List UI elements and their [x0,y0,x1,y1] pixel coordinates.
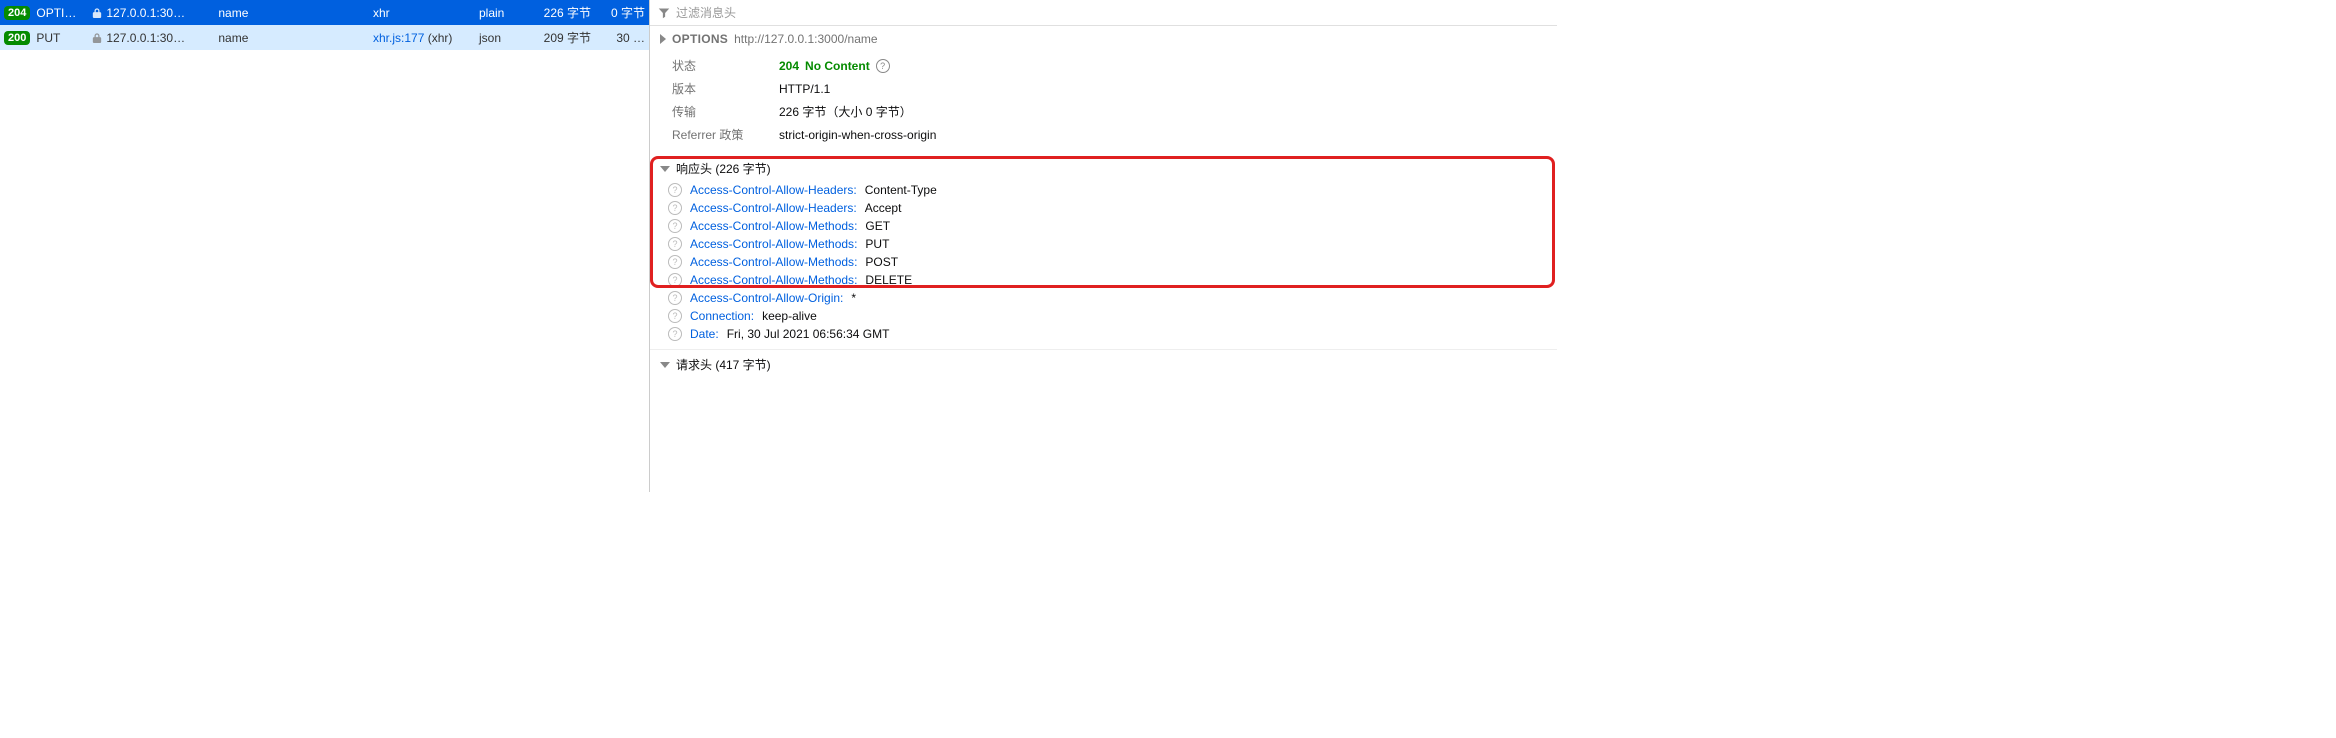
chevron-right-icon [660,34,666,44]
response-headers-title: 响应头 (226 字节) [676,160,771,177]
help-icon[interactable]: ? [668,219,682,233]
header-value: Fri, 30 Jul 2021 06:56:34 GMT [727,327,890,341]
detail-url: http://127.0.0.1:3000/name [734,32,877,46]
header-value: Accept [865,201,902,215]
header-name[interactable]: Access-Control-Allow-Origin [690,291,843,305]
header-value: POST [865,255,898,269]
network-request-list[interactable]: 204 OPTI… 127.0.0.1:30… name xhr plain 2… [0,0,650,492]
file-cell: name [218,31,367,45]
help-icon[interactable]: ? [668,201,682,215]
domain-text: 127.0.0.1:30… [106,6,185,20]
header-value: GET [865,219,890,233]
summary-key: 版本 [672,80,767,97]
header-name[interactable]: Access-Control-Allow-Methods [690,237,857,251]
header-name[interactable]: Access-Control-Allow-Headers [690,201,857,215]
header-row: ? Access-Control-Allow-Headers Content-Typ… [660,181,1547,199]
type-cell: plain [479,6,525,20]
request-headers-title: 请求头 (417 字节) [676,356,771,373]
summary-list: 状态 204 No Content ? 版本 HTTP/1.1 传输 226 字… [650,52,1557,156]
header-value: * [851,291,856,305]
header-value: DELETE [865,273,912,287]
header-row: ? Access-Control-Allow-Methods POST [660,253,1547,271]
header-name[interactable]: Date [690,327,719,341]
summary-val: 204 No Content ? [779,59,890,73]
chevron-down-icon [660,362,670,368]
header-row: ? Access-Control-Allow-Methods GET [660,217,1547,235]
response-headers-toggle[interactable]: 响应头 (226 字节) [650,156,1557,181]
transferred-cell: 209 字节 [531,29,591,46]
header-row: ? Access-Control-Allow-Methods PUT [660,235,1547,253]
summary-row-version: 版本 HTTP/1.1 [672,77,1557,100]
header-value: PUT [865,237,889,251]
help-icon[interactable]: ? [668,309,682,323]
status-badge: 204 [4,6,30,20]
initiator-cell: xhr.js:177 (xhr) [373,31,473,45]
size-cell: 0 字节 [597,4,645,21]
header-row: ? Access-Control-Allow-Origin * [660,289,1547,307]
domain-cell: 127.0.0.1:30… [92,31,212,45]
help-icon[interactable]: ? [668,237,682,251]
header-name[interactable]: Access-Control-Allow-Headers [690,183,857,197]
summary-key: Referrer 政策 [672,126,767,143]
request-row[interactable]: 200 PUT 127.0.0.1:30… name xhr.js:177 (x… [0,25,649,50]
initiator-link[interactable]: xhr.js:177 [373,31,424,45]
chevron-down-icon [660,166,670,172]
summary-row-transferred: 传输 226 字节（大小 0 字节） [672,100,1557,123]
help-icon[interactable]: ? [668,273,682,287]
header-row: ? Access-Control-Allow-Headers Accept [660,199,1547,217]
headers-panel: OPTIONS http://127.0.0.1:3000/name 状态 20… [650,0,1557,492]
transferred-cell: 226 字节 [531,4,591,21]
response-headers-list: ? Access-Control-Allow-Headers Content-Typ… [650,181,1557,349]
initiator-suffix: (xhr) [424,31,452,45]
lock-icon [92,8,102,18]
type-cell: json [479,31,525,45]
request-summary-header[interactable]: OPTIONS http://127.0.0.1:3000/name [650,26,1557,52]
filter-bar [650,0,1557,26]
domain-cell: 127.0.0.1:30… [92,6,212,20]
method-cell: OPTI… [36,6,86,20]
filter-input[interactable] [676,6,1549,20]
request-headers-toggle[interactable]: 请求头 (417 字节) [650,349,1557,377]
header-row: ? Access-Control-Allow-Methods DELETE [660,271,1547,289]
header-name[interactable]: Connection [690,309,754,323]
header-value: keep-alive [762,309,817,323]
file-cell: name [218,6,367,20]
size-cell: 30 … [597,31,645,45]
summary-key: 状态 [672,57,767,74]
summary-val: HTTP/1.1 [779,82,830,96]
initiator-cell: xhr [373,6,473,20]
domain-text: 127.0.0.1:30… [106,31,185,45]
help-icon[interactable]: ? [668,291,682,305]
help-icon[interactable]: ? [668,183,682,197]
summary-key: 传输 [672,103,767,120]
header-value: Content-Type [865,183,937,197]
header-row: ? Date Fri, 30 Jul 2021 06:56:34 GMT [660,325,1547,343]
detail-body[interactable]: OPTIONS http://127.0.0.1:3000/name 状态 20… [650,26,1557,492]
summary-row-status: 状态 204 No Content ? [672,54,1557,77]
request-row-selected[interactable]: 204 OPTI… 127.0.0.1:30… name xhr plain 2… [0,0,649,25]
summary-val: strict-origin-when-cross-origin [779,128,936,142]
help-icon[interactable]: ? [876,59,890,73]
header-name[interactable]: Access-Control-Allow-Methods [690,219,857,233]
summary-val: 226 字节（大小 0 字节） [779,103,912,120]
help-icon[interactable]: ? [668,255,682,269]
method-cell: PUT [36,31,86,45]
detail-method: OPTIONS [672,32,728,46]
lock-icon [92,33,102,43]
status-text: No Content [805,59,870,73]
header-name[interactable]: Access-Control-Allow-Methods [690,273,857,287]
header-row: ? Connection keep-alive [660,307,1547,325]
status-badge: 200 [4,31,30,45]
funnel-icon [658,7,670,19]
status-code: 204 [779,59,799,73]
header-name[interactable]: Access-Control-Allow-Methods [690,255,857,269]
summary-row-referrer: Referrer 政策 strict-origin-when-cross-ori… [672,123,1557,146]
help-icon[interactable]: ? [668,327,682,341]
